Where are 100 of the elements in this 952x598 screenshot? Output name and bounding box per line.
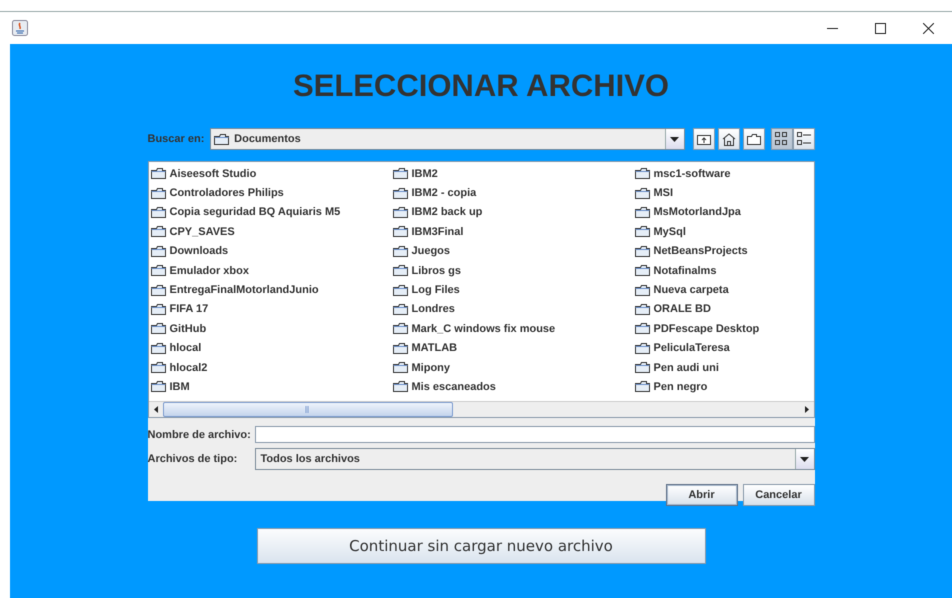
view-toggle-button[interactable] xyxy=(792,128,814,150)
maximize-icon xyxy=(874,22,886,34)
scroll-right-icon xyxy=(804,406,808,413)
dropdown-arrow-icon xyxy=(800,456,809,462)
folder-icon xyxy=(150,265,166,276)
folder-item[interactable]: Londres xyxy=(412,303,455,316)
folder-item[interactable]: MsMotorlandJpa xyxy=(654,206,741,218)
folder-icon xyxy=(150,362,166,374)
close-icon xyxy=(922,22,934,34)
folder-item[interactable]: Controladores Philips xyxy=(170,187,284,200)
folder-icon xyxy=(634,246,650,257)
folder-item[interactable]: Mark_C windows fix mouse xyxy=(412,322,556,335)
continue-button[interactable]: Continuar sin cargar nuevo archivo xyxy=(256,528,706,564)
folder-icon xyxy=(150,304,166,315)
folder-item[interactable]: IBM2 back up xyxy=(412,206,482,218)
folder-item[interactable]: PeliculaTeresa xyxy=(654,342,730,354)
folder-up-icon xyxy=(696,133,710,145)
folder-item[interactable]: GitHub xyxy=(170,322,206,335)
file-type-dropdown[interactable]: Todos los archivos xyxy=(254,448,814,470)
list-view-icon xyxy=(774,132,788,146)
folder-item[interactable]: FIFA 17 xyxy=(170,303,208,316)
folder-icon xyxy=(746,134,760,144)
folder-item[interactable]: NetBeansProjects xyxy=(654,245,748,258)
java-icon xyxy=(12,20,28,36)
folder-icon xyxy=(392,206,408,218)
folder-item[interactable]: ORALE BD xyxy=(654,303,711,316)
folder-item[interactable]: Mipony xyxy=(412,362,450,374)
folder-item[interactable]: Nueva carpeta xyxy=(654,284,729,296)
folder-icon xyxy=(634,381,650,392)
folder-icon xyxy=(634,168,650,180)
view-toggle-button[interactable] xyxy=(770,128,792,150)
folder-item[interactable]: Aiseesoft Studio xyxy=(170,168,256,180)
folder-icon xyxy=(150,284,166,296)
file-name-label: Nombre de archivo: xyxy=(148,428,252,440)
folder-item[interactable]: Libros gs xyxy=(412,264,462,277)
folder-item[interactable]: IBM3Final xyxy=(412,226,464,238)
folder-icon xyxy=(392,284,408,296)
folder-item[interactable]: Pen audi uni xyxy=(654,362,719,374)
folder-icon xyxy=(150,168,166,180)
folder-item[interactable]: IBM2 - copia xyxy=(412,187,476,200)
look-in-dropdown[interactable]: Documentos xyxy=(210,128,684,150)
folder-icon xyxy=(392,323,408,334)
folder-item[interactable]: Log Files xyxy=(412,284,460,296)
folder-icon xyxy=(634,265,650,276)
folder-icon xyxy=(150,323,166,334)
folder-icon xyxy=(150,381,166,392)
folder-item[interactable]: EntregaFinalMotorlandJunio xyxy=(170,284,319,296)
look-in-label: Buscar en: xyxy=(148,133,206,145)
open-button[interactable]: Abrir xyxy=(666,484,738,506)
folder-icon xyxy=(150,246,166,257)
folder-item[interactable]: IBM xyxy=(170,380,190,393)
folder-item[interactable]: IBM2 xyxy=(412,168,438,180)
folder-item[interactable]: Downloads xyxy=(170,245,228,258)
folder-item[interactable]: hlocal xyxy=(170,342,202,354)
horizontal-scrollbar[interactable] xyxy=(148,401,814,417)
folder-item[interactable]: Juegos xyxy=(412,245,450,258)
folder-icon xyxy=(392,362,408,374)
folder-item[interactable]: PDFescape Desktop xyxy=(654,322,760,335)
folder-icon xyxy=(392,188,408,199)
folder-item[interactable]: Notafinalms xyxy=(654,264,716,277)
folder-icon xyxy=(634,188,650,199)
folder-item[interactable]: MSI xyxy=(654,187,674,200)
folder-item[interactable]: MATLAB xyxy=(412,342,458,354)
file-name-field[interactable] xyxy=(254,426,814,443)
scroll-left-icon xyxy=(154,406,158,413)
folder-icon xyxy=(634,226,650,238)
folder-icon xyxy=(150,226,166,238)
folder-icon xyxy=(634,206,650,218)
folder-icon xyxy=(634,362,650,374)
folder-icon xyxy=(150,206,166,218)
folder-icon xyxy=(634,342,650,354)
folder-item[interactable]: Copia seguridad BQ Aquiaris M5 xyxy=(170,206,340,218)
folder-item[interactable]: MySql xyxy=(654,226,686,238)
folder-icon xyxy=(634,284,650,296)
folder-item[interactable]: CPY_SAVES xyxy=(170,226,235,238)
folder-item[interactable]: Emulador xbox xyxy=(170,264,249,277)
folder-icon xyxy=(392,304,408,315)
folder-icon xyxy=(392,381,408,392)
toolbar-button[interactable] xyxy=(718,128,740,150)
folder-icon xyxy=(392,226,408,238)
cancel-button[interactable]: Cancelar xyxy=(742,484,814,506)
folder-icon xyxy=(392,265,408,276)
dropdown-arrow-icon xyxy=(670,136,679,142)
folder-icon xyxy=(392,168,408,180)
folder-icon xyxy=(634,323,650,334)
folder-item[interactable]: hlocal2 xyxy=(170,362,208,374)
folder-item[interactable]: msc1-software xyxy=(654,168,731,180)
details-view-icon xyxy=(796,132,810,146)
scrollbar-thumb[interactable] xyxy=(162,402,452,417)
folder-icon xyxy=(150,188,166,199)
toolbar-button[interactable] xyxy=(742,128,764,150)
folder-icon xyxy=(150,342,166,354)
folder-icon xyxy=(634,304,650,315)
folder-item[interactable]: Mis escaneados xyxy=(412,380,496,393)
toolbar-button[interactable] xyxy=(692,128,714,150)
page-title: SELECCIONAR ARCHIVO xyxy=(292,68,670,105)
folder-item[interactable]: Pen negro xyxy=(654,380,708,393)
folder-icon xyxy=(214,134,230,144)
home-icon xyxy=(722,132,736,146)
folder-icon xyxy=(392,342,408,354)
